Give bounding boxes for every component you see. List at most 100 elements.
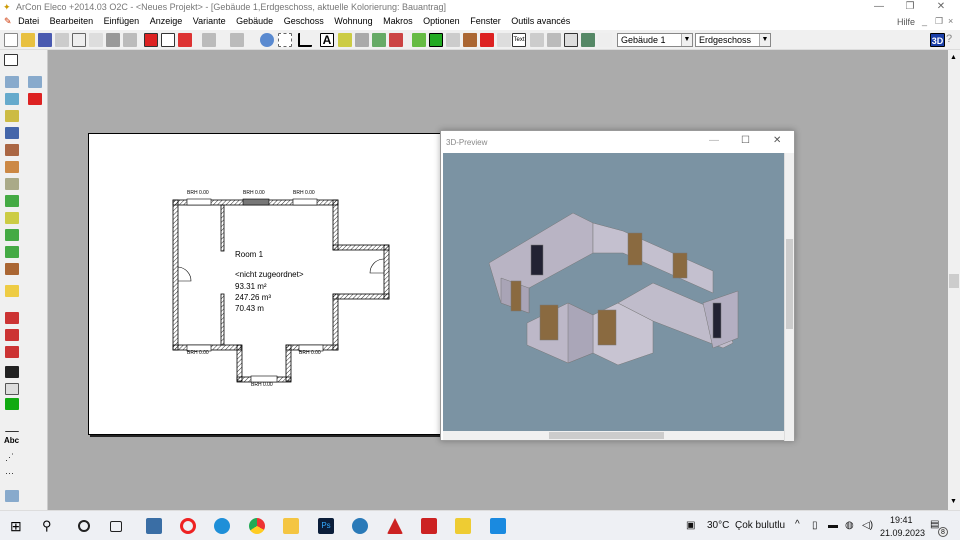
zoom-fit-icon[interactable]: [278, 33, 292, 47]
tool-icon[interactable]: [5, 490, 19, 502]
restore-button[interactable]: ❐: [897, 0, 923, 14]
redo-icon[interactable]: [230, 33, 244, 47]
tool-icon[interactable]: [5, 144, 19, 156]
save-icon[interactable]: [38, 33, 52, 47]
print-icon[interactable]: [89, 33, 103, 47]
dimension-icon[interactable]: [298, 33, 312, 47]
tool-icon[interactable]: [5, 285, 19, 297]
menu-wohnung[interactable]: Wohnung: [330, 14, 376, 28]
photoshop-icon[interactable]: Ps: [318, 518, 334, 534]
weather-text[interactable]: Çok bulutlu: [735, 520, 785, 531]
o2c-icon[interactable]: [72, 33, 86, 47]
preview-horizontal-scrollbar[interactable]: [443, 431, 784, 440]
meet-icon[interactable]: ▯: [812, 520, 818, 531]
wall-2-icon[interactable]: [355, 33, 369, 47]
scroll-thumb[interactable]: [949, 274, 959, 288]
minimize-button[interactable]: —: [866, 0, 892, 14]
calculator-icon[interactable]: [581, 33, 595, 47]
wall-icon[interactable]: [338, 33, 352, 47]
chevron-down-icon[interactable]: ▼: [759, 34, 770, 46]
block-icon[interactable]: [547, 33, 561, 47]
scroll-down-icon[interactable]: ▼: [950, 498, 957, 505]
tool-icon[interactable]: [5, 229, 19, 241]
weather-temp[interactable]: 30°C: [707, 520, 729, 531]
tool-icon[interactable]: [5, 383, 19, 395]
weather-icon[interactable]: ▣: [686, 520, 695, 531]
tool-icon[interactable]: [5, 312, 19, 324]
tool-icon[interactable]: [5, 161, 19, 173]
stairs-icon[interactable]: [429, 33, 443, 47]
tool-icon[interactable]: [5, 212, 19, 224]
search-icon[interactable]: ⚲: [42, 518, 58, 534]
undo-icon[interactable]: [202, 33, 216, 47]
open-folder-icon[interactable]: [21, 33, 35, 47]
tool-icon[interactable]: [5, 346, 19, 358]
autocad-icon[interactable]: [387, 518, 403, 534]
door-icon[interactable]: [463, 33, 477, 47]
scroll-thumb[interactable]: [786, 239, 793, 329]
chrome-icon[interactable]: [249, 518, 265, 534]
floor-select[interactable]: Erdgeschoss ▼: [695, 33, 771, 47]
clock-date[interactable]: 21.09.2023: [880, 528, 925, 538]
menu-anzeige[interactable]: Anzeige: [146, 14, 187, 28]
menu-variante[interactable]: Variante: [189, 14, 230, 28]
menu-fenster[interactable]: Fenster: [466, 14, 505, 28]
sketchup-icon[interactable]: [352, 518, 368, 534]
task-view-icon[interactable]: [110, 521, 122, 532]
calculator-icon[interactable]: [146, 518, 162, 534]
tool-icon[interactable]: [5, 127, 19, 139]
select-arrow-icon[interactable]: [4, 54, 18, 66]
opera-icon[interactable]: [180, 518, 196, 534]
lightning-icon[interactable]: [598, 33, 612, 47]
volume-icon[interactable]: ◁): [862, 520, 873, 531]
tool-icon[interactable]: ⋯: [5, 468, 19, 480]
terrain-3-icon[interactable]: [564, 33, 578, 47]
menu-outils-avances[interactable]: Outils avancés: [507, 14, 574, 28]
menu-gebaeude[interactable]: Gebäude: [232, 14, 277, 28]
tool-icon[interactable]: [5, 263, 19, 275]
text-tool-icon[interactable]: A: [320, 33, 334, 47]
tool-icon[interactable]: [5, 195, 19, 207]
preview-minimize-button[interactable]: —: [709, 135, 719, 146]
wall-3-icon[interactable]: [372, 33, 386, 47]
camera-icon[interactable]: [106, 33, 120, 47]
preview-close-button[interactable]: ✕: [773, 135, 781, 146]
slope-icon[interactable]: [497, 33, 511, 47]
tool-icon[interactable]: ⋰: [5, 452, 19, 464]
mdi-minimize-button[interactable]: _: [922, 16, 927, 26]
cortana-icon[interactable]: [78, 520, 90, 532]
new-file-icon[interactable]: [4, 33, 18, 47]
tool-icon[interactable]: [28, 76, 42, 88]
help-cursor-icon[interactable]: ?: [946, 33, 960, 47]
3d-button[interactable]: 3D: [930, 33, 945, 47]
preview-maximize-button[interactable]: ☐: [741, 135, 750, 146]
tool-icon[interactable]: [5, 329, 19, 341]
building-select[interactable]: Gebäude 1 ▼: [617, 33, 693, 47]
3d-viewport[interactable]: [443, 153, 784, 431]
menu-bearbeiten[interactable]: Bearbeiten: [46, 14, 98, 28]
menu-geschoss[interactable]: Geschoss: [280, 14, 328, 28]
variant-icon[interactable]: [144, 33, 158, 47]
terrain-2-icon[interactable]: [530, 33, 544, 47]
line-icon[interactable]: [5, 420, 19, 432]
scroll-up-icon[interactable]: ▲: [950, 54, 957, 61]
house-icon[interactable]: [178, 33, 192, 47]
network-icon[interactable]: ◍: [845, 520, 854, 531]
solidworks-icon[interactable]: [421, 518, 437, 534]
battery-icon[interactable]: ▬: [828, 520, 838, 531]
export-icon[interactable]: [123, 33, 137, 47]
zoom-icon[interactable]: [260, 33, 274, 47]
menu-einfuegen[interactable]: Einfügen: [100, 14, 144, 28]
tool-icon[interactable]: [5, 76, 19, 88]
roof-icon[interactable]: [480, 33, 494, 47]
file-explorer-icon[interactable]: [283, 518, 299, 534]
menu-datei[interactable]: Datei: [14, 14, 43, 28]
arcon-icon[interactable]: [455, 518, 471, 534]
abc-text-icon[interactable]: Abc: [4, 436, 19, 448]
edge-icon[interactable]: [214, 518, 230, 534]
close-button[interactable]: ✕: [928, 0, 954, 14]
arcon-menu-icon[interactable]: ✎: [0, 14, 12, 29]
ceiling-icon[interactable]: [446, 33, 460, 47]
tool-icon[interactable]: [5, 178, 19, 190]
tool-icon[interactable]: [5, 398, 19, 410]
